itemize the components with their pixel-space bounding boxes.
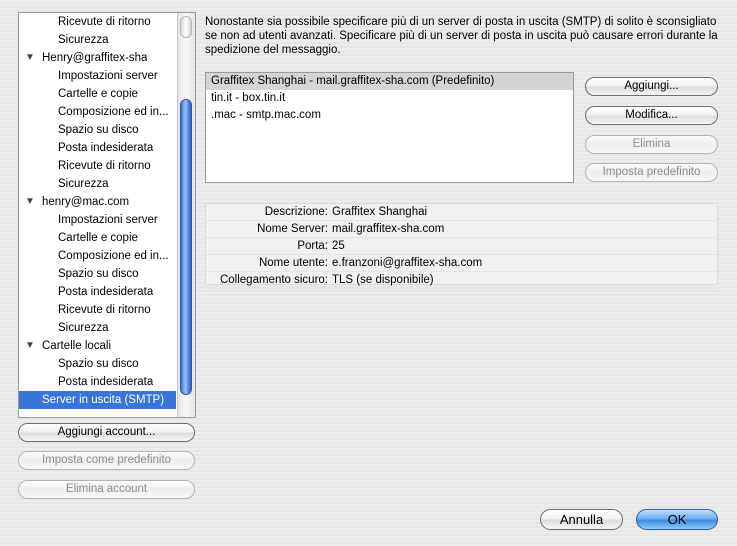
tree-item-label: Spazio su disco (58, 268, 139, 280)
tree-item-smtp-selected[interactable]: Server in uscita (SMTP) (19, 391, 176, 409)
detail-row: Nome utente: e.franzoni@graffitex-sha.com (206, 255, 717, 272)
disclosure-triangle-icon[interactable]: ▼ (25, 337, 35, 355)
tree-item[interactable]: Composizione ed in... (19, 103, 176, 121)
tree-item[interactable]: Cartelle e copie (19, 229, 176, 247)
detail-key: Porta: (297, 240, 328, 252)
set-default-server-button[interactable]: Imposta predefinito (585, 163, 718, 182)
detail-row: Porta: 25 (206, 238, 717, 255)
tree-item[interactable]: Posta indesiderata (19, 283, 176, 301)
tree-item[interactable]: Ricevute di ritorno (19, 157, 176, 175)
tree-item[interactable]: Cartelle e copie (19, 85, 176, 103)
tree-item[interactable]: Spazio su disco (19, 265, 176, 283)
smtp-server-list[interactable]: Graffitex Shanghai - mail.graffitex-sha.… (205, 72, 574, 183)
detail-value: mail.graffitex-sha.com (332, 223, 445, 235)
tree-item[interactable]: Composizione ed in... (19, 247, 176, 265)
ok-button[interactable]: OK (636, 509, 718, 530)
tree-account-henry-mac[interactable]: ▼ henry@mac.com (19, 193, 176, 211)
server-list-item[interactable]: tin.it - box.tin.it (206, 90, 573, 107)
tree-item[interactable]: Posta indesiderata (19, 373, 176, 391)
detail-value: Graffitex Shanghai (332, 206, 428, 218)
tree-item[interactable]: Impostazioni server (19, 67, 176, 85)
delete-server-button[interactable]: Elimina (585, 135, 718, 154)
tree-item[interactable]: Sicurezza (19, 319, 176, 337)
tree-item-label: Impostazioni server (58, 70, 158, 82)
smtp-description: Nonostante sia possibile specificare più… (205, 16, 718, 56)
tree-item-label: Posta indesiderata (58, 286, 154, 298)
scrollbar-thumb[interactable] (180, 99, 192, 395)
disclosure-triangle-icon[interactable]: ▼ (25, 49, 35, 67)
detail-row: Collegamento sicuro: TLS (se disponibile) (206, 272, 717, 289)
scrollbar-track-cap (180, 16, 192, 38)
tree-item-label: Ricevute di ritorno (58, 16, 151, 28)
tree-item-label: Henry@graffitex-sha (42, 52, 148, 64)
tree-item-label: Impostazioni server (58, 214, 158, 226)
detail-row: Nome Server: mail.graffitex-sha.com (206, 221, 717, 238)
detail-key: Nome utente: (258, 257, 328, 269)
add-server-button[interactable]: Aggiungi... (585, 77, 718, 96)
detail-value: e.franzoni@graffitex-sha.com (332, 257, 483, 269)
tree-item-label: Ricevute di ritorno (58, 304, 151, 316)
detail-value: TLS (se disponibile) (332, 274, 434, 286)
tree-item[interactable]: Spazio su disco (19, 121, 176, 139)
delete-account-button[interactable]: Elimina account (18, 480, 195, 499)
detail-key: Collegamento sicuro: (219, 274, 328, 286)
tree-item-label: Ricevute di ritorno (58, 160, 151, 172)
detail-row: Descrizione: Graffitex Shanghai (206, 204, 717, 221)
account-tree[interactable]: Ricevute di ritorno Sicurezza ▼ Henry@gra… (18, 12, 196, 418)
tree-item-label: Cartelle e copie (58, 88, 138, 100)
tree-item[interactable]: Ricevute di ritorno (19, 301, 176, 319)
tree-item-label: Spazio su disco (58, 358, 139, 370)
tree-account-henry-graffitex[interactable]: ▼ Henry@graffitex-sha (19, 49, 176, 67)
set-default-account-button[interactable]: Imposta come predefinito (18, 451, 195, 470)
server-list-item[interactable]: Graffitex Shanghai - mail.graffitex-sha.… (206, 73, 573, 90)
add-account-button[interactable]: Aggiungi account... (18, 423, 195, 442)
tree-item[interactable]: Impostazioni server (19, 211, 176, 229)
tree-item-label: Cartelle e copie (58, 232, 138, 244)
detail-value: 25 (332, 240, 345, 252)
tree-item-label: Spazio su disco (58, 124, 139, 136)
tree-item-label: Sicurezza (58, 322, 109, 334)
tree-item-label: Composizione ed in... (58, 250, 169, 262)
tree-item-label: Server in uscita (SMTP) (42, 394, 165, 406)
account-tree-list: Ricevute di ritorno Sicurezza ▼ Henry@gra… (19, 13, 176, 409)
tree-item[interactable]: Sicurezza (19, 175, 176, 193)
tree-item[interactable]: Posta indesiderata (19, 139, 176, 157)
tree-item-label: Cartelle locali (42, 340, 112, 352)
tree-item-label: Composizione ed in... (58, 106, 169, 118)
detail-key: Descrizione: (264, 206, 328, 218)
disclosure-triangle-icon[interactable]: ▼ (25, 193, 35, 211)
tree-item-label: henry@mac.com (42, 196, 130, 208)
tree-scrollbar[interactable] (177, 13, 195, 417)
detail-key: Nome Server: (257, 223, 328, 235)
server-details: Descrizione: Graffitex Shanghai Nome Serv… (205, 203, 718, 289)
tree-item[interactable]: Ricevute di ritorno (19, 13, 176, 31)
tree-item-label: Posta indesiderata (58, 376, 154, 388)
cancel-button[interactable]: Annulla (540, 509, 623, 530)
tree-item[interactable]: Spazio su disco (19, 355, 176, 373)
tree-item-label: Sicurezza (58, 178, 109, 190)
edit-server-button[interactable]: Modifica... (585, 106, 718, 125)
tree-item-label: Sicurezza (58, 34, 109, 46)
tree-item-label: Posta indesiderata (58, 142, 154, 154)
tree-item[interactable]: Sicurezza (19, 31, 176, 49)
server-list-item[interactable]: .mac - smtp.mac.com (206, 107, 573, 124)
tree-local-folders[interactable]: ▼ Cartelle locali (19, 337, 176, 355)
